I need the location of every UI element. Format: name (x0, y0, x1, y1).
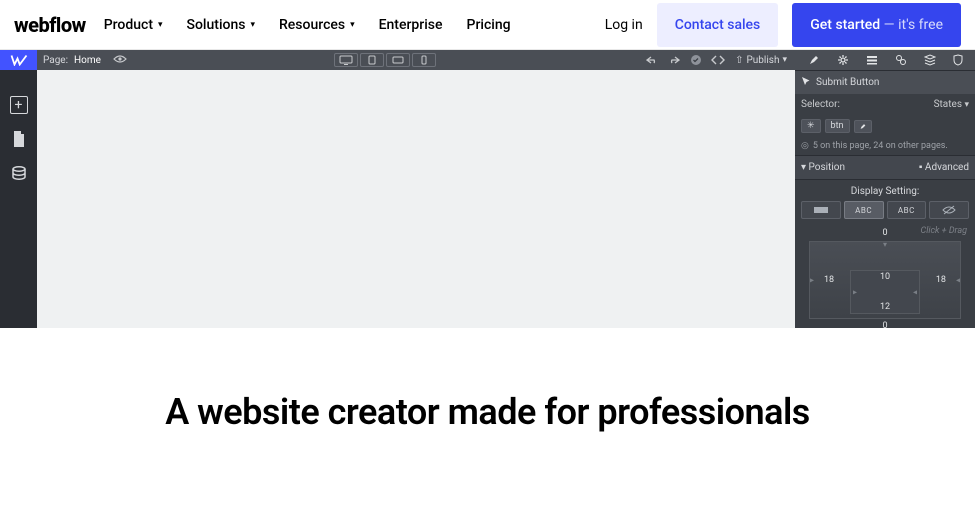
code-icon[interactable] (708, 53, 728, 67)
left-toolbar: + (0, 50, 37, 328)
selector-label: Selector: (801, 99, 840, 110)
style-brush-icon[interactable] (808, 54, 820, 66)
nav-label: Product (104, 17, 153, 33)
advanced-label: Advanced (925, 162, 969, 173)
nav-resources[interactable]: Resources ▾ (279, 17, 355, 33)
login-link[interactable]: Log in (605, 17, 643, 33)
triangle-right-icon: ▸ (810, 276, 814, 285)
display-block-button[interactable] (801, 201, 841, 219)
get-started-button[interactable]: Get started — it's free (792, 3, 961, 47)
display-inline-button[interactable]: ABC (887, 201, 927, 219)
interactions-icon[interactable] (895, 54, 907, 66)
triangle-right-icon: ▸ (853, 288, 857, 297)
display-setting-label: Display Setting: (795, 180, 975, 201)
selector-count: 5 on this page, 24 on other pages. (813, 141, 948, 151)
chevron-down-icon: ▾ (782, 55, 787, 65)
chevron-down-icon: ▾ (350, 20, 355, 30)
triangle-down-icon: ▾ (883, 240, 887, 249)
shield-icon[interactable] (953, 54, 963, 66)
cursor-icon (801, 76, 811, 89)
nav-enterprise[interactable]: Enterprise (379, 17, 443, 33)
padding-top-value[interactable]: 10 (880, 272, 890, 282)
page-headline: A website creator made for professionals (0, 328, 975, 435)
get-started-suffix: — it's free (880, 17, 943, 33)
chevron-down-icon: ▾ (250, 20, 255, 30)
triangle-left-icon: ◂ (956, 276, 960, 285)
redo-icon[interactable] (664, 53, 684, 67)
chevron-down-icon: ▾ (964, 100, 969, 110)
device-tablet-icon[interactable] (360, 53, 384, 67)
page-label: Page: (43, 55, 68, 66)
rocket-icon: ⇧ (735, 55, 743, 66)
undo-icon[interactable] (642, 53, 662, 67)
settings-gear-icon[interactable] (837, 54, 849, 66)
nav-label: Pricing (467, 17, 511, 33)
position-label: Position (809, 162, 845, 173)
margin-top-value[interactable]: 0 (882, 228, 887, 238)
contact-sales-button[interactable]: Contact sales (657, 3, 779, 47)
page-name[interactable]: Home (74, 55, 101, 66)
nav-label: Resources (279, 17, 345, 33)
webflow-w-icon[interactable] (0, 50, 37, 70)
states-dropdown[interactable]: States ▾ (934, 99, 969, 110)
selected-element-label: Submit Button (816, 77, 879, 88)
selector-class-tag[interactable]: btn (825, 119, 850, 133)
canvas-wrap (37, 70, 795, 328)
selector-all-tag[interactable]: ✳ (801, 119, 821, 133)
padding-bottom-value[interactable]: 12 (880, 302, 890, 312)
selector-edit-icon[interactable] (854, 120, 872, 133)
add-element-icon[interactable]: + (10, 96, 28, 114)
triangle-left-icon: ◂ (913, 288, 917, 297)
margin-left-value[interactable]: 18 (824, 275, 834, 285)
box-model[interactable]: Click + Drag 0 ▾ ▸ ◂ 18 18 10 12 ▸ ◂ 0 (801, 229, 969, 319)
pages-icon[interactable] (10, 130, 28, 148)
position-section-label[interactable]: ▾ Position (801, 162, 845, 173)
chevron-down-icon: ▾ (158, 20, 163, 30)
device-tablet-landscape-icon[interactable] (386, 53, 410, 67)
style-panel: Submit Button Selector: States ▾ ✳ btn ◎… (795, 50, 975, 328)
margin-bottom-value[interactable]: 0 (882, 321, 887, 331)
hint-note: Click + Drag (921, 227, 967, 237)
device-mobile-icon[interactable] (412, 53, 436, 67)
check-icon[interactable] (686, 53, 706, 67)
preview-icon[interactable] (113, 54, 127, 67)
nav-label: Solutions (187, 17, 246, 33)
editor-topbar: Page: Home ⇧Publish▾ (37, 50, 795, 70)
nav-product[interactable]: Product ▾ (104, 17, 163, 33)
device-desktop-icon[interactable] (334, 53, 358, 67)
nav-pricing[interactable]: Pricing (467, 17, 511, 33)
layout-icon[interactable] (866, 55, 878, 65)
cms-icon[interactable] (10, 164, 28, 182)
nav-label: Enterprise (379, 17, 443, 33)
advanced-toggle[interactable]: ▪ Advanced (919, 162, 969, 173)
canvas[interactable] (37, 70, 795, 328)
display-inlineblock-button[interactable]: ABC (844, 201, 884, 219)
publish-button[interactable]: ⇧Publish▾ (730, 55, 792, 66)
get-started-label: Get started (810, 17, 880, 33)
publish-label: Publish (746, 55, 779, 66)
manager-icon[interactable] (924, 54, 936, 66)
states-label: States (934, 99, 962, 110)
designer-editor: + Page: Home (0, 50, 975, 328)
margin-right-value[interactable]: 18 (936, 275, 946, 285)
target-icon: ◎ (801, 141, 809, 151)
brand-logo[interactable]: webflow (14, 13, 86, 37)
display-none-button[interactable] (929, 201, 969, 219)
nav-solutions[interactable]: Solutions ▾ (187, 17, 255, 33)
